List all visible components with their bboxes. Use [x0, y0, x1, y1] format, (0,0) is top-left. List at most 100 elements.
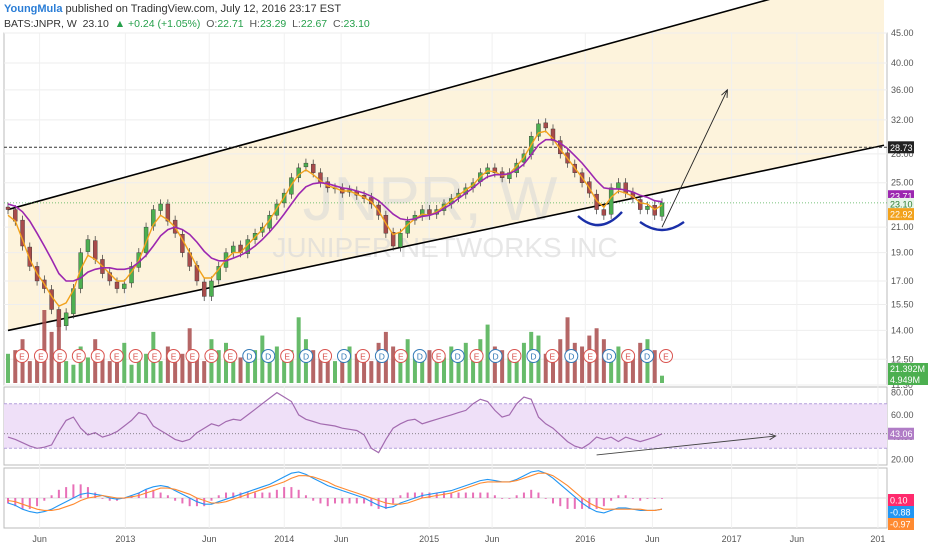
earnings-marker-label: D: [246, 352, 252, 362]
earnings-marker-label: E: [114, 352, 120, 362]
macd-histogram-bar: [254, 492, 257, 498]
macd-histogram-bar: [610, 498, 613, 501]
volume-bar: [572, 342, 577, 383]
rsi-tick-label: 20.00: [891, 454, 914, 464]
macd-histogram-bar: [79, 484, 82, 498]
volume-bar: [369, 361, 374, 383]
earnings-marker-label: D: [568, 352, 574, 362]
macd-histogram-bar: [290, 487, 293, 498]
macd-histogram-bar: [166, 495, 169, 498]
candle-body: [303, 162, 309, 168]
macd-histogram-bar: [617, 495, 620, 498]
watermark-symbol: JNPR, W: [303, 165, 558, 234]
ema-price-label: 22.92: [890, 210, 913, 220]
price-tick-label: 45.00: [891, 28, 914, 38]
watermark-company: JUNIPER NETWORKS INC: [272, 232, 617, 263]
macd-histogram-bar: [312, 498, 315, 501]
volume-bar: [274, 346, 279, 383]
macd-histogram-bar: [515, 495, 518, 498]
volume-bar: [463, 342, 468, 383]
macd-histogram-bar: [101, 498, 104, 499]
macd-histogram-bar: [602, 498, 605, 507]
candle-body: [49, 289, 54, 310]
volume-bar: [6, 353, 10, 383]
candle-body: [231, 245, 236, 253]
earnings-marker-label: E: [512, 352, 518, 362]
macd-histogram-bar: [566, 498, 569, 509]
volume-bar: [27, 361, 32, 383]
volume-bar: [238, 357, 243, 383]
earnings-marker-label: D: [265, 352, 271, 362]
candle-body: [608, 187, 614, 215]
candle-body: [645, 205, 650, 210]
macd-histogram-bar: [624, 495, 627, 498]
price-tick-label: 32.00: [891, 115, 914, 125]
macd-histogram-bar: [493, 495, 496, 498]
macd-histogram-bar: [631, 498, 634, 499]
volume-bar: [616, 346, 621, 383]
last-price-label: 23.10: [890, 199, 913, 209]
macd-histogram-bar: [181, 498, 184, 504]
volume-bar: [660, 375, 664, 383]
time-tick-label: Jun: [202, 534, 217, 544]
candle-body: [122, 283, 127, 289]
price-tick-label: 25.00: [891, 178, 914, 188]
rsi-tick-label: 60.00: [891, 410, 914, 420]
macd-histogram-bar: [159, 492, 162, 498]
earnings-marker-label: E: [625, 352, 631, 362]
macd-histogram-bar: [392, 498, 395, 504]
price-tick-label: 17.00: [891, 276, 914, 286]
earnings-marker-label: E: [152, 352, 158, 362]
volume-bar: [405, 339, 410, 383]
earnings-marker-label: D: [379, 352, 385, 362]
macd-histogram-bar: [653, 498, 656, 499]
volume-max-label: 21.392M: [890, 364, 925, 374]
volume-bar: [296, 317, 301, 383]
earnings-marker-label: E: [38, 352, 44, 362]
macd-histogram-bar: [326, 498, 329, 507]
earnings-marker-label: E: [474, 352, 480, 362]
volume-last-label: 4.949M: [890, 375, 920, 385]
volume-bar: [638, 342, 643, 383]
time-tick-label: Jun: [645, 534, 660, 544]
time-tick-label: Jun: [32, 534, 47, 544]
earnings-marker-label: E: [284, 352, 290, 362]
macd-histogram-bar: [43, 498, 46, 501]
macd-histogram-bar: [275, 489, 278, 498]
macd-histogram-bar: [479, 492, 482, 498]
candle-body: [659, 202, 665, 217]
macd-histogram-bar: [406, 492, 409, 498]
macd-histogram-bar: [544, 498, 547, 499]
macd-histogram-bar: [486, 492, 489, 498]
macd-signal-line: [7, 472, 663, 511]
price-tick-label: 19.00: [891, 248, 914, 258]
candle-body: [311, 163, 316, 173]
volume-bar: [158, 361, 163, 383]
macd-histogram-bar: [145, 489, 148, 498]
macd-signal-label: -0.97: [890, 520, 911, 530]
chart-canvas[interactable]: 45.0040.0036.0032.0028.0025.0021.0019.00…: [0, 0, 932, 550]
volume-bar: [427, 350, 432, 383]
price-tick-label: 14.00: [891, 325, 914, 335]
earnings-marker-label: E: [209, 352, 215, 362]
candle-body: [623, 182, 628, 194]
macd-histogram-bar: [639, 498, 642, 501]
macd-histogram-bar: [36, 498, 39, 507]
macd-histogram-bar: [188, 498, 191, 507]
volume-bar: [129, 364, 134, 383]
volume-bar: [144, 353, 149, 383]
price-tick-label: 15.50: [891, 299, 914, 309]
time-tick-label: 2017: [722, 534, 742, 544]
price-tick-label: 12.50: [891, 354, 914, 364]
earnings-marker-label: D: [455, 352, 461, 362]
volume-bar: [122, 342, 127, 383]
volume-bar: [521, 342, 526, 383]
rsi-last-label: 43.06: [890, 429, 913, 439]
time-tick-label: 201: [870, 534, 885, 544]
volume-bar: [85, 357, 90, 383]
earnings-marker-label: E: [228, 352, 234, 362]
candle-body: [114, 281, 120, 289]
earnings-marker-label: E: [76, 352, 82, 362]
volume-bar: [49, 331, 54, 383]
volume-bar: [333, 361, 337, 383]
